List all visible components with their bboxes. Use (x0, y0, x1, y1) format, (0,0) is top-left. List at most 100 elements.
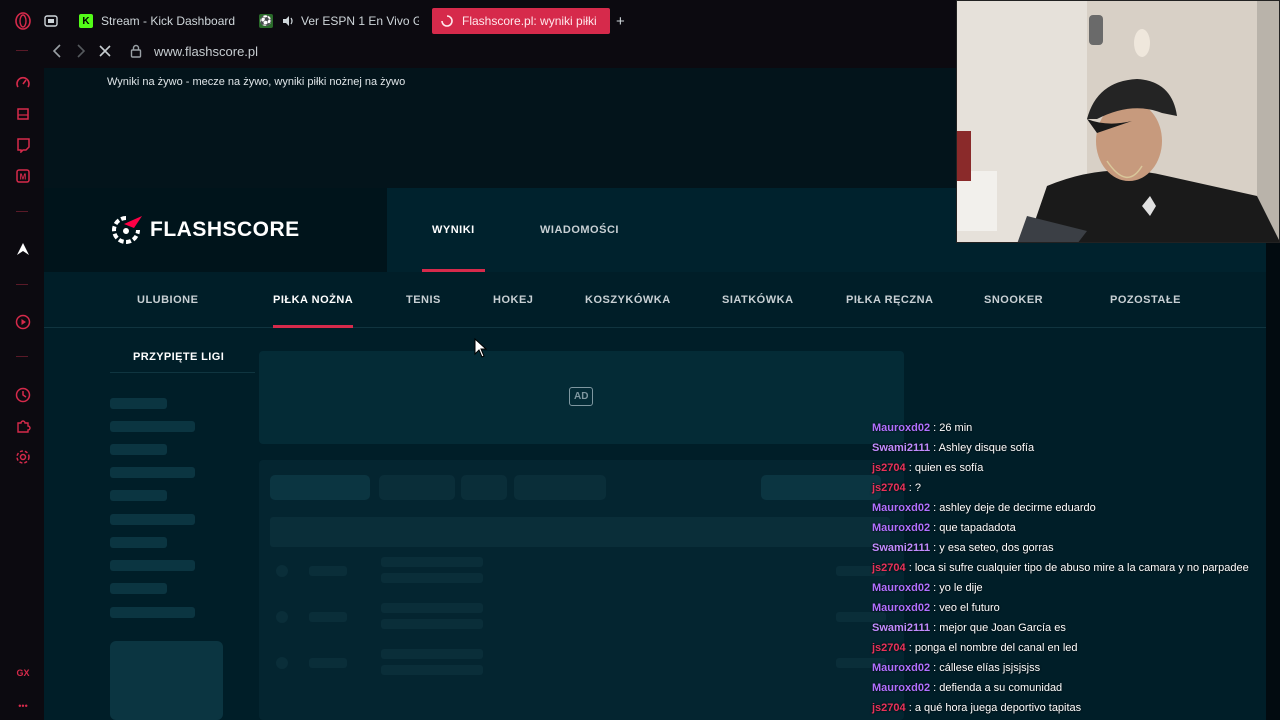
skeleton-team (381, 557, 483, 567)
chat-username[interactable]: Mauroxd02 (872, 582, 930, 594)
chat-message: js2704 : a qué hora juega deportivo tapi… (872, 702, 1081, 714)
streamer-webcam-image (957, 1, 1279, 242)
skeleton-team (381, 665, 483, 675)
skeleton-time (309, 566, 347, 576)
chat-separator: : (930, 422, 940, 434)
skeleton-filter (379, 475, 455, 500)
extensions-icon[interactable] (14, 417, 32, 435)
chat-text: defienda a su comunidad (939, 682, 1063, 694)
tab-label: Ver ESPN 1 En Vivo Gr (301, 14, 419, 28)
sport-pozostale[interactable]: POZOSTAŁE (1110, 272, 1181, 328)
skeleton-filter (461, 475, 507, 500)
chat-username[interactable]: js2704 (872, 482, 906, 494)
new-tab-button[interactable]: + (616, 8, 625, 34)
tab-list-icon[interactable] (44, 14, 58, 28)
skeleton-team (381, 603, 483, 613)
nav-wyniki[interactable]: WYNIKI (422, 188, 485, 272)
nav-wiadomosci[interactable]: WIADOMOŚCI (540, 188, 619, 272)
player-icon[interactable] (14, 313, 32, 331)
loading-spinner-icon (440, 14, 454, 28)
sport-siatkowka[interactable]: SIATKÓWKA (722, 272, 794, 328)
chat-separator: : (905, 702, 915, 714)
chat-username[interactable]: Mauroxd02 (872, 522, 930, 534)
skeleton-league (110, 490, 167, 501)
chat-username[interactable]: Mauroxd02 (872, 682, 930, 694)
chat-separator: : (905, 482, 915, 494)
sport-ulubione[interactable]: ULUBIONE (137, 272, 198, 328)
skeleton-team (381, 619, 483, 629)
settings-gear-icon[interactable] (14, 448, 32, 466)
skeleton-time (309, 612, 347, 622)
chat-username[interactable]: Swami2111 (872, 622, 930, 634)
chat-username[interactable]: js2704 (872, 462, 906, 474)
chat-separator: : (930, 582, 940, 594)
gx-control-icon[interactable] (14, 74, 32, 92)
kick-logo-icon: K (79, 14, 93, 28)
chat-separator: : (905, 642, 915, 654)
messenger-icon[interactable]: M (14, 167, 32, 185)
chat-text: y esa seteo, dos gorras (939, 542, 1054, 554)
skeleton-dot (276, 657, 288, 669)
skeleton-league (110, 444, 167, 455)
flashscore-logo[interactable]: FLASHSCORE (110, 214, 300, 246)
chat-message: js2704 : ? (872, 482, 921, 494)
forward-icon[interactable] (76, 44, 86, 61)
chat-username[interactable]: Swami2111 (872, 442, 930, 454)
chat-text: 26 min (939, 422, 973, 434)
chat-text: yo le dije (939, 582, 983, 594)
chat-message: js2704 : ponga el nombre del canal en le… (872, 642, 1078, 654)
chat-text: loca si sufre cualquier tipo de abuso mi… (914, 562, 1249, 574)
tab-kick-dashboard[interactable]: K Stream - Kick Dashboard (79, 8, 249, 34)
chat-separator: : (930, 522, 940, 534)
chat-separator: : (930, 502, 940, 514)
tab-espn[interactable]: ⚽ Ver ESPN 1 En Vivo Gr (259, 8, 419, 34)
stop-loading-icon[interactable] (98, 44, 112, 61)
skeleton-league (110, 583, 167, 594)
chat-text: veo el futuro (939, 602, 1000, 614)
skeleton-time (309, 658, 347, 668)
audio-playing-icon[interactable] (281, 14, 295, 28)
history-icon[interactable] (14, 386, 32, 404)
webcam-overlay (956, 0, 1280, 243)
sport-tenis[interactable]: TENIS (406, 272, 441, 328)
chat-username[interactable]: Mauroxd02 (872, 502, 930, 514)
chat-message: Mauroxd02 : yo le dije (872, 582, 983, 594)
espn-favicon-icon: ⚽ (259, 14, 273, 28)
chat-username[interactable]: js2704 (872, 702, 906, 714)
skeleton-dot (276, 611, 288, 623)
chat-username[interactable]: js2704 (872, 642, 906, 654)
chat-text: cállese elías jsjsjsjss (939, 662, 1041, 674)
lock-icon[interactable] (130, 44, 142, 61)
chat-username[interactable]: Mauroxd02 (872, 602, 930, 614)
chat-message: js2704 : loca si sufre cualquier tipo de… (872, 562, 1249, 574)
chat-username[interactable]: Mauroxd02 (872, 662, 930, 674)
chat-text: que tapadadota (939, 522, 1016, 534)
back-icon[interactable] (52, 44, 62, 61)
address-bar: www.flashscore.pl (44, 36, 956, 68)
chat-separator: : (905, 562, 915, 574)
gx-corner-icon[interactable] (14, 105, 32, 123)
chat-username[interactable]: js2704 (872, 562, 906, 574)
chat-username[interactable]: Swami2111 (872, 542, 930, 554)
chat-text: quien es sofía (914, 462, 984, 474)
skeleton-league-header (270, 517, 890, 547)
sport-snooker[interactable]: SNOOKER (984, 272, 1043, 328)
sport-hokej[interactable]: HOKEJ (493, 272, 533, 328)
sport-koszykowka[interactable]: KOSZYKÓWKA (585, 272, 671, 328)
opera-logo-icon[interactable] (14, 12, 32, 30)
skeleton-team (381, 573, 483, 583)
skeleton-league (110, 537, 167, 548)
sport-pilka-nozna[interactable]: PIŁKA NOŻNA (273, 272, 354, 328)
twitch-icon[interactable] (14, 136, 32, 154)
pinned-leagues-title: PRZYPIĘTE LIGI (133, 351, 225, 363)
gx-label: GX (16, 668, 30, 678)
url-input[interactable]: www.flashscore.pl (154, 44, 258, 59)
match-list-skeleton (259, 460, 904, 720)
tab-flashscore[interactable]: Flashscore.pl: wyniki piłki (432, 8, 610, 34)
chat-text: ashley deje de decirme eduardo (939, 502, 1096, 514)
chat-username[interactable]: Mauroxd02 (872, 422, 930, 434)
aria-ai-icon[interactable] (14, 240, 32, 258)
more-menu-icon[interactable]: ••• (14, 697, 32, 715)
chat-separator: : (930, 602, 940, 614)
sport-pilka-reczna[interactable]: PIŁKA RĘCZNA (846, 272, 933, 328)
